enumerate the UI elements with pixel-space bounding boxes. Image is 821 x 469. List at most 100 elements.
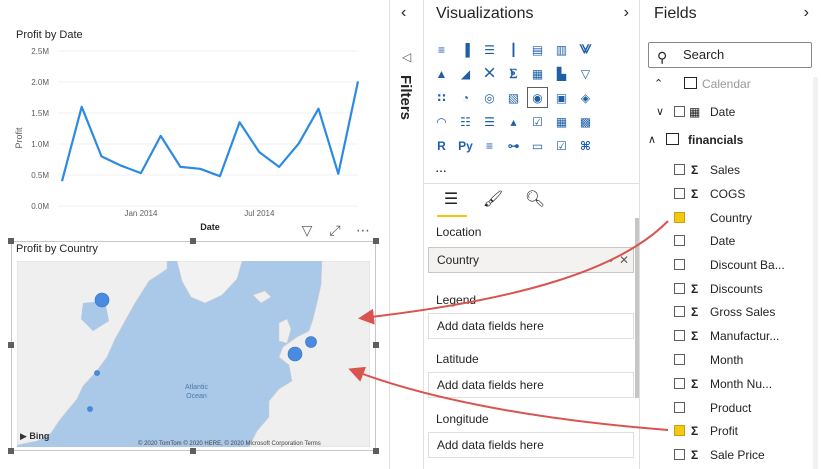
remove-field-icon[interactable]: ✕ <box>619 248 629 272</box>
multi-row-card-icon[interactable]: ☰ <box>480 112 499 131</box>
more-options-icon[interactable]: ⋯ <box>354 222 372 238</box>
map-icon[interactable]: ◉ <box>527 87 548 108</box>
clustered-bar-chart-icon[interactable]: ☰ <box>480 40 499 59</box>
resize-handle-bm[interactable] <box>190 448 196 454</box>
chevron-up-icon[interactable]: ∧ <box>648 130 656 150</box>
field-item-date[interactable]: ∨ ▦ Date <box>640 102 812 122</box>
resize-handle-tr[interactable] <box>373 238 379 244</box>
resize-handle-tm[interactable] <box>190 238 196 244</box>
slicer-icon[interactable]: ☑ <box>528 112 547 131</box>
checkbox[interactable] <box>674 330 685 341</box>
chevron-down-icon[interactable]: ∨ <box>656 102 664 122</box>
location-well[interactable]: Country ⌄ ✕ <box>428 247 634 273</box>
filters-pane-collapsed[interactable]: ‹ ◁ Filters <box>391 0 424 469</box>
field-item-gross-sales[interactable]: Σ Gross Sales <box>640 302 812 322</box>
field-item-product[interactable]: Product <box>640 398 812 418</box>
line-chart-icon[interactable]: ⨈ <box>576 40 595 59</box>
resize-handle-bl[interactable] <box>8 448 14 454</box>
area-chart-icon[interactable]: ▲ <box>432 64 451 83</box>
pie-chart-icon[interactable]: ◔ <box>456 88 475 107</box>
chevron-down-icon[interactable]: ⌄ <box>607 248 615 272</box>
r-script-icon[interactable]: R <box>432 136 451 155</box>
latitude-well[interactable]: Add data fields here <box>428 372 634 398</box>
pane-scrollbar[interactable] <box>635 218 639 398</box>
key-influencers-icon[interactable]: ≡ <box>480 136 499 155</box>
analytics-magnifier-icon[interactable]: 🔍︎ <box>523 187 547 211</box>
arcgis-icon[interactable]: ⌘ <box>576 136 595 155</box>
map-canvas[interactable] <box>17 261 370 447</box>
field-item-month[interactable]: Month <box>640 350 812 370</box>
field-item-date[interactable]: Date <box>640 231 812 251</box>
checkbox[interactable] <box>674 449 685 460</box>
clustered-column-chart-icon[interactable]: ┃ <box>504 40 523 59</box>
stacked-column-chart-icon[interactable]: ▐ <box>456 40 475 59</box>
smart-narrative-icon[interactable]: ☑ <box>552 136 571 155</box>
checkbox[interactable] <box>674 354 685 365</box>
chevron-right-icon[interactable]: › <box>624 4 629 22</box>
fields-tab-icon[interactable]: ☰ <box>439 187 463 211</box>
scatter-chart-icon[interactable]: ∷ <box>432 88 451 107</box>
fields-scrollbar[interactable] <box>813 77 818 469</box>
card-icon[interactable]: ☷ <box>456 112 475 131</box>
resize-handle-ml[interactable] <box>8 342 14 348</box>
profit-line-series[interactable] <box>60 81 360 182</box>
format-paint-roller-icon[interactable]: 🖌︎ <box>481 187 505 211</box>
legend-well[interactable]: Add data fields here <box>428 313 634 339</box>
ribbon-chart-icon[interactable]: ▦ <box>528 64 547 83</box>
checkbox[interactable] <box>674 259 685 270</box>
100-stacked-bar-icon[interactable]: ▤ <box>528 40 547 59</box>
profit-by-date-line-chart[interactable]: 2.5M 2.0M 1.5M 1.0M 0.5M 0.0M Jan 2014 Jul 201… <box>0 0 390 240</box>
map-bubble-mexico[interactable] <box>87 406 93 412</box>
checkbox[interactable] <box>674 283 685 294</box>
focus-mode-icon[interactable]: ⤢ <box>326 222 344 238</box>
checkbox[interactable] <box>674 306 685 317</box>
field-item-profit[interactable]: Σ Profit <box>640 421 812 441</box>
checkbox[interactable] <box>674 212 685 223</box>
line-and-column-icon[interactable]: ⨉ <box>480 64 499 83</box>
stacked-area-chart-icon[interactable]: ◢ <box>456 64 475 83</box>
more-visuals-icon[interactable]: ... <box>432 160 451 179</box>
donut-chart-icon[interactable]: ◎ <box>480 88 499 107</box>
field-item-discounts[interactable]: Σ Discounts <box>640 279 812 299</box>
field-item-cogs[interactable]: Σ COGS <box>640 184 812 204</box>
checkbox[interactable] <box>674 106 685 117</box>
profit-by-country-map[interactable]: Profit by Country Atlantic Ocean ▶ Bing … <box>8 238 379 454</box>
shape-map-icon[interactable]: ◈ <box>576 88 595 107</box>
chevron-right-icon[interactable]: › <box>804 4 809 22</box>
filter-icon[interactable]: ▽ <box>298 222 316 238</box>
longitude-well[interactable]: Add data fields here <box>428 432 634 458</box>
field-item-month-nu[interactable]: Σ Month Nu... <box>640 374 812 394</box>
field-item-sale-price[interactable]: Σ Sale Price <box>640 445 812 465</box>
chevron-right-icon[interactable]: ⌃ <box>654 74 663 94</box>
waterfall-icon[interactable]: ▙ <box>552 64 571 83</box>
treemap-icon[interactable]: ▧ <box>504 88 523 107</box>
field-item-financials[interactable]: ∧ financials <box>640 130 812 150</box>
field-item-country[interactable]: Country <box>640 208 812 228</box>
map-bubble-france[interactable] <box>287 346 303 362</box>
checkbox[interactable] <box>674 402 685 413</box>
qa-icon[interactable]: ▭ <box>528 136 547 155</box>
stacked-bar-chart-icon[interactable]: ≡ <box>432 40 451 59</box>
resize-handle-tl[interactable] <box>8 238 14 244</box>
map-bubble-united-states-of-america[interactable] <box>94 370 100 376</box>
chevron-left-icon[interactable]: ‹ <box>401 4 406 22</box>
checkbox[interactable] <box>674 188 685 199</box>
map-bubble-canada[interactable] <box>94 292 110 308</box>
map-bubble-germany[interactable] <box>305 336 317 348</box>
checkbox[interactable] <box>674 425 685 436</box>
kpi-icon[interactable]: ▴ <box>504 112 523 131</box>
decomposition-tree-icon[interactable]: ⊶ <box>504 136 523 155</box>
checkbox[interactable] <box>674 164 685 175</box>
100-stacked-column-icon[interactable]: ▥ <box>552 40 571 59</box>
field-item-calendar[interactable]: ⌃ Calendar <box>640 74 812 94</box>
checkbox[interactable] <box>674 235 685 246</box>
matrix-icon[interactable]: ▩ <box>576 112 595 131</box>
filled-map-icon[interactable]: ▣ <box>552 88 571 107</box>
line-and-stacked-column-icon[interactable]: ⨊ <box>504 64 523 83</box>
checkbox[interactable] <box>674 378 685 389</box>
field-item-sales[interactable]: Σ Sales <box>640 160 812 180</box>
fields-search-input[interactable]: ⚲ Search <box>648 42 812 68</box>
resize-handle-br[interactable] <box>373 448 379 454</box>
field-item-discount-ba[interactable]: Discount Ba... <box>640 255 812 275</box>
gauge-icon[interactable]: ◠ <box>432 112 451 131</box>
